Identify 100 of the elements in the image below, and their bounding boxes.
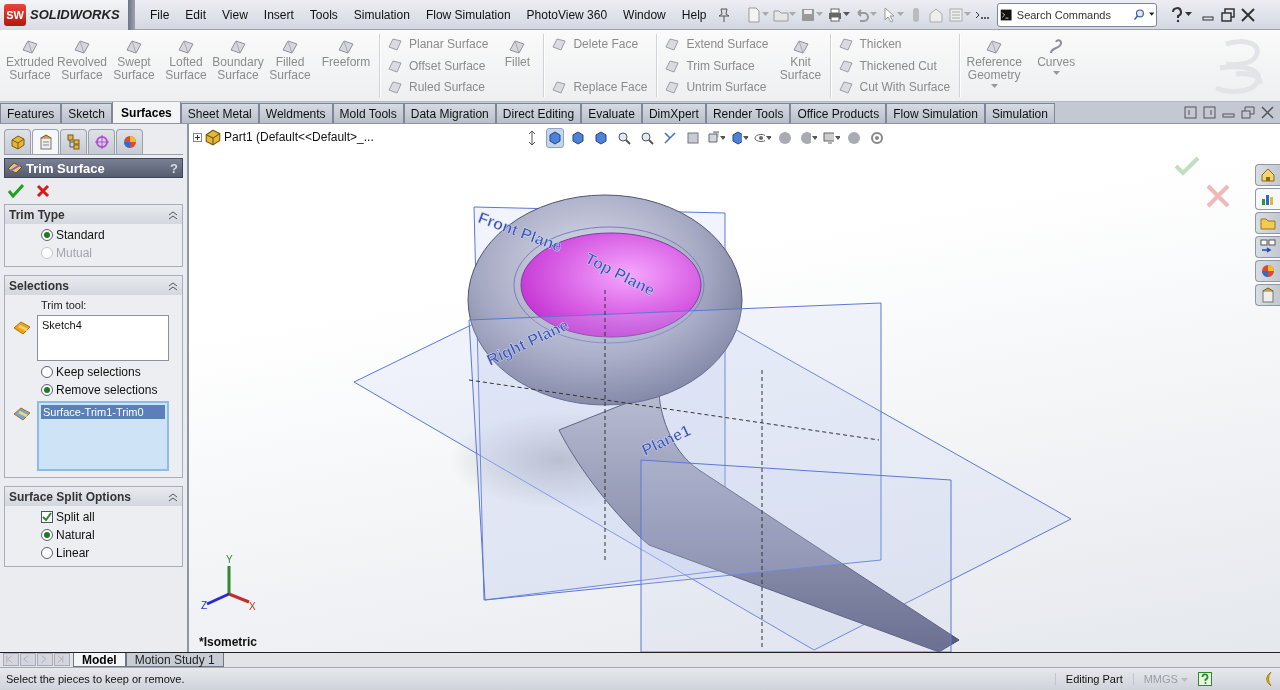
appearance-tab[interactable]	[1255, 260, 1280, 282]
menu-item[interactable]: Help	[673, 0, 715, 30]
ribbon-tab[interactable]: Flow Simulation	[886, 103, 985, 123]
menu-item[interactable]: View	[214, 0, 256, 30]
cancel-icon[interactable]	[36, 184, 50, 198]
radio-button[interactable]	[41, 229, 53, 241]
properties-tab[interactable]	[1255, 284, 1280, 306]
library-tab[interactable]	[1255, 188, 1280, 210]
collapse-icon[interactable]	[168, 491, 178, 502]
home-tab[interactable]	[1255, 164, 1280, 186]
configuration-tab[interactable]	[60, 129, 87, 154]
palette-tab[interactable]	[1255, 236, 1280, 258]
menu-item[interactable]: Simulation	[345, 0, 418, 30]
crosshair-icon	[93, 134, 110, 150]
radio-option[interactable]: Keep selections	[41, 365, 176, 379]
feature-tree-tab[interactable]	[4, 129, 31, 154]
selection-list[interactable]: Surface-Trim1-Trim0	[37, 401, 169, 471]
ribbon-tab[interactable]: Evaluate	[581, 103, 642, 123]
surface-icon	[664, 79, 681, 95]
radio-option[interactable]: Standard	[41, 228, 176, 242]
surface-icon	[387, 79, 403, 95]
menu-item[interactable]: Insert	[255, 0, 302, 30]
surface-icon	[551, 79, 568, 95]
ribbon-tab[interactable]: Render Tools	[705, 103, 791, 123]
help-button[interactable]: ?	[170, 160, 178, 176]
undo-icon[interactable]	[854, 6, 871, 23]
list-entry[interactable]: Surface-Trim1-Trim0	[41, 405, 165, 419]
ok-check-icon[interactable]	[8, 184, 24, 198]
radio-button[interactable]	[41, 547, 53, 559]
tile-right-icon[interactable]	[1203, 105, 1216, 119]
surface-icon	[837, 79, 854, 95]
caret-icon	[1149, 12, 1155, 17]
explorer-tab[interactable]	[1255, 212, 1280, 234]
radio-button[interactable]	[41, 529, 53, 541]
ribbon-tab[interactable]: Office Products	[790, 103, 887, 123]
menu-item[interactable]: Edit	[177, 0, 215, 30]
close-icon[interactable]	[1261, 105, 1274, 119]
ribbon-tab[interactable]: Direct Editing	[495, 103, 582, 123]
cube-icon[interactable]	[546, 128, 564, 148]
search-input[interactable]: Search Commands	[1016, 8, 1129, 21]
ribbon-tab[interactable]: Surfaces	[112, 101, 181, 123]
selection-list[interactable]: Sketch4	[37, 315, 169, 361]
menu-item[interactable]: File	[142, 0, 178, 30]
caret-icon	[897, 12, 905, 17]
menu-item[interactable]: Flow Simulation	[417, 0, 519, 30]
document-tab[interactable]: Model	[73, 653, 126, 667]
tile-left-icon[interactable]	[1184, 105, 1197, 119]
menu-item[interactable]: PhotoView 360	[518, 0, 616, 30]
caret-icon	[1185, 12, 1193, 17]
caret-icon	[1181, 678, 1188, 683]
ribbon-tab[interactable]: Sheet Metal	[180, 103, 259, 123]
radio-button[interactable]	[41, 366, 53, 378]
search-field[interactable]: Search Commands	[997, 2, 1158, 27]
list-entry[interactable]: Sketch4	[40, 318, 166, 332]
property-tab[interactable]	[32, 129, 59, 154]
menu-item[interactable]: Window	[615, 0, 674, 30]
surface-icon	[837, 57, 854, 74]
more-icon[interactable]	[975, 9, 990, 20]
collapse-icon[interactable]	[168, 209, 178, 220]
surface-icon	[664, 57, 681, 74]
radio-button[interactable]	[41, 384, 53, 396]
axis-triad-drawing: Y Z X	[199, 554, 259, 614]
radio-option[interactable]: Natural	[41, 528, 176, 542]
ribbon-tab[interactable]: DimXpert	[641, 103, 706, 123]
ribbon-tab[interactable]: Data Migration	[403, 103, 496, 123]
dimxpert-tab[interactable]	[88, 129, 115, 154]
display-tab[interactable]	[116, 129, 143, 154]
restore-icon[interactable]	[1220, 6, 1237, 23]
ribbon-tab[interactable]: Sketch	[61, 103, 113, 123]
caret-icon	[789, 12, 797, 17]
folder-icon	[1260, 215, 1276, 231]
caret-icon	[816, 12, 824, 17]
document-tab[interactable]: Motion Study 1	[125, 653, 224, 667]
ribbon-tab[interactable]: Weldments	[258, 103, 333, 123]
caret-icon	[843, 12, 851, 17]
status-mode: Editing Part	[1054, 673, 1133, 685]
color-ball-icon	[1260, 263, 1276, 279]
save-icon[interactable]	[800, 6, 817, 23]
menu-item[interactable]: Tools	[301, 0, 346, 30]
view-name: *Isometric	[199, 635, 258, 649]
checkbox-option[interactable]: Split all	[41, 510, 176, 524]
layout-icon	[1260, 239, 1276, 255]
expand-toggle[interactable]	[193, 132, 202, 142]
printer-icon[interactable]	[827, 6, 844, 23]
ribbon-tab[interactable]: Simulation	[984, 103, 1055, 123]
feature-tree-item[interactable]: Part1 (Default<<Default>_...	[224, 130, 374, 144]
radio-option[interactable]: Linear	[41, 546, 176, 560]
caret-icon	[762, 12, 770, 17]
search-icon	[1132, 6, 1146, 23]
ribbon-tab[interactable]: Features	[0, 103, 62, 123]
logo-wordmark: SOLIDWORKS	[30, 7, 120, 22]
part-icon	[9, 134, 26, 150]
hierarchy-icon	[65, 134, 82, 150]
close-icon[interactable]	[1240, 6, 1257, 23]
collapse-icon[interactable]	[168, 280, 178, 291]
surface-icon	[664, 36, 681, 52]
plane-label: Front Plane	[475, 208, 565, 255]
plane-label: Right Plane	[484, 316, 572, 369]
radio-option[interactable]: Remove selections	[41, 383, 176, 397]
ribbon-tab[interactable]: Mold Tools	[332, 103, 404, 123]
